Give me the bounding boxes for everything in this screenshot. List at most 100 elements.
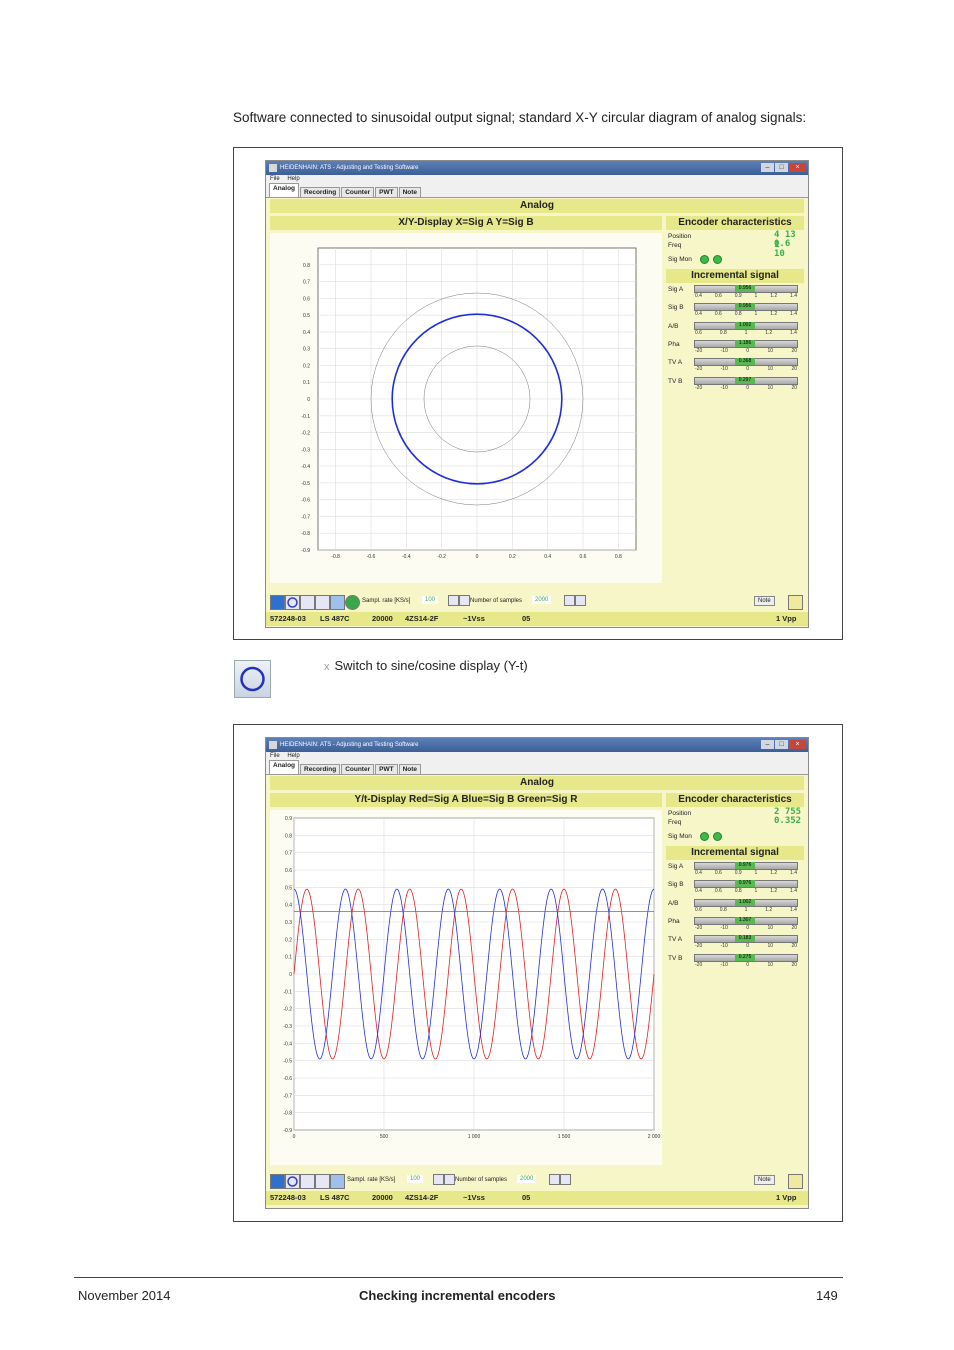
menu-bar: File Help: [266, 175, 808, 183]
gauge-tick-label: 0.6: [695, 906, 702, 913]
gauge-tick-label: 0.8: [734, 888, 742, 895]
gauge-tick-label: 0.6: [714, 311, 722, 318]
app-icon: [269, 164, 277, 172]
signal-label: Pha: [668, 340, 680, 348]
gauge-tick-label: 0.6: [714, 870, 722, 876]
signal-gauge: 0.976 0.4 0.6 0.8 1 1.2 1.4: [694, 880, 798, 894]
gauge-ticks: 0.6 0.8 1 1.2 1.4: [695, 907, 797, 913]
close-button[interactable]: ×: [789, 740, 806, 749]
signal-value: 0.976: [735, 862, 755, 869]
signal-value: 0.976: [735, 880, 755, 888]
minus-icon[interactable]: [564, 595, 575, 606]
gauge-tick-label: -20: [695, 347, 703, 354]
y-tick-label: 0.8: [285, 833, 292, 839]
tab-counter[interactable]: Counter: [341, 187, 375, 197]
minus-icon[interactable]: [549, 1174, 560, 1185]
status-vpp: 1 Vpp: [776, 1193, 797, 1202]
refresh-icon[interactable]: [330, 1174, 345, 1189]
switch-display-button[interactable]: [234, 660, 271, 698]
minimize-button[interactable]: –: [761, 163, 774, 172]
plus-icon[interactable]: [444, 1174, 455, 1185]
xy-circle-icon[interactable]: [285, 1174, 300, 1189]
tab-pwt[interactable]: PWT: [375, 187, 398, 197]
tab-counter[interactable]: Counter: [341, 764, 375, 774]
sample-rate-value[interactable]: 100: [422, 596, 439, 604]
signal-gauge: 1.002 0.6 0.8 1 1.2 1.4: [694, 321, 798, 336]
document-icon[interactable]: [300, 595, 315, 610]
x-tick-label: 0.2: [509, 554, 516, 560]
signal-gauge: 1.307 -20 -10 0 10 20: [694, 916, 798, 931]
exit-icon[interactable]: [788, 595, 803, 610]
maximize-button[interactable]: □: [775, 163, 788, 172]
signal-value: 0.368: [735, 358, 755, 366]
signal-value: 0.275: [735, 953, 755, 961]
plus-icon[interactable]: [459, 595, 470, 606]
minus-icon[interactable]: [448, 595, 459, 606]
gauge-tick-label: 20: [791, 347, 797, 354]
tab-analog[interactable]: Analog: [269, 760, 300, 774]
play-icon[interactable]: [270, 595, 285, 610]
sample-rate-label: Sampl. rate [KS/s]: [362, 598, 411, 604]
document-icon[interactable]: [300, 1174, 315, 1189]
y-tick-label: 0.8: [303, 263, 310, 269]
signal-value: 1.186: [735, 339, 755, 347]
plus-icon[interactable]: [560, 1174, 571, 1185]
x-tick-label: 0.8: [615, 554, 622, 560]
signal-label: TV A: [668, 936, 683, 944]
menu-help[interactable]: Help: [287, 753, 299, 759]
status-bar: 572248-03 LS 487C 20000 4ZS14-2F ~1Vss 0…: [266, 1191, 808, 1205]
signal-gauge: 1.186 -20 -10 0 10 20: [694, 339, 798, 354]
tab-recording[interactable]: Recording: [300, 764, 341, 774]
gauge-tick-label: 10: [767, 961, 774, 968]
gauge-tick-label: 1.2: [770, 293, 778, 299]
status-code: 4ZS14-2F: [405, 1193, 439, 1202]
signal-value: 1.307: [735, 916, 755, 924]
refresh-icon[interactable]: [330, 595, 345, 610]
xy-circle-icon[interactable]: [285, 595, 300, 610]
note-button[interactable]: Note: [754, 596, 775, 606]
minus-icon[interactable]: [433, 1174, 444, 1185]
close-button[interactable]: ×: [789, 163, 806, 172]
bullet-marker: x: [324, 661, 330, 673]
gauge-ticks: 0.4 0.6 0.9 1 1.2 1.4: [695, 293, 797, 299]
samples-value[interactable]: 2000: [517, 1175, 537, 1183]
filter-icon[interactable]: [315, 1174, 330, 1189]
plus-icon[interactable]: [575, 595, 586, 606]
maximize-button[interactable]: □: [775, 740, 788, 749]
footer-divider: [74, 1277, 843, 1278]
sample-rate-value[interactable]: 100: [407, 1175, 424, 1183]
gauge-tick-label: 0.8: [719, 329, 727, 336]
menu-file[interactable]: File: [270, 753, 280, 759]
y-tick-label: -0.1: [283, 989, 292, 995]
y-tick-label: 0.4: [285, 903, 292, 909]
y-tick-label: 0.3: [303, 347, 310, 353]
gauge-tick-label: -20: [695, 961, 703, 968]
x-tick-label: 500: [380, 1134, 389, 1140]
window-titlebar: HEIDENHAIN: ATS - Adjusting and Testing …: [266, 161, 808, 175]
add-icon[interactable]: [345, 595, 360, 610]
x-tick-label: -0.2: [437, 554, 446, 560]
menu-file[interactable]: File: [270, 176, 280, 182]
plot-title: X/Y-Display X=Sig A Y=Sig B: [270, 216, 662, 230]
tab-pwt[interactable]: PWT: [375, 764, 398, 774]
signal-value: 1.002: [735, 898, 755, 906]
gauge-tick-label: 10: [767, 347, 774, 354]
gauge-tick-label: 1: [754, 870, 758, 876]
menu-help[interactable]: Help: [287, 176, 299, 182]
minimize-button[interactable]: –: [761, 740, 774, 749]
tab-note[interactable]: Note: [398, 187, 422, 197]
gauge-tick-label: 0.4: [695, 888, 702, 895]
tab-note[interactable]: Note: [398, 764, 422, 774]
tab-analog[interactable]: Analog: [269, 183, 300, 197]
play-icon[interactable]: [270, 1174, 285, 1189]
gauge-tick-label: -10: [720, 961, 728, 968]
filter-icon[interactable]: [315, 595, 330, 610]
samples-value[interactable]: 2000: [532, 596, 552, 604]
gauge-tick-label: -20: [695, 943, 703, 950]
gauge-tick-label: 20: [791, 961, 797, 968]
tab-recording[interactable]: Recording: [300, 187, 341, 197]
status-model: LS 487C: [320, 1193, 350, 1202]
note-button[interactable]: Note: [754, 1175, 775, 1185]
exit-icon[interactable]: [788, 1174, 803, 1189]
y-tick-label: 0.6: [303, 296, 310, 302]
